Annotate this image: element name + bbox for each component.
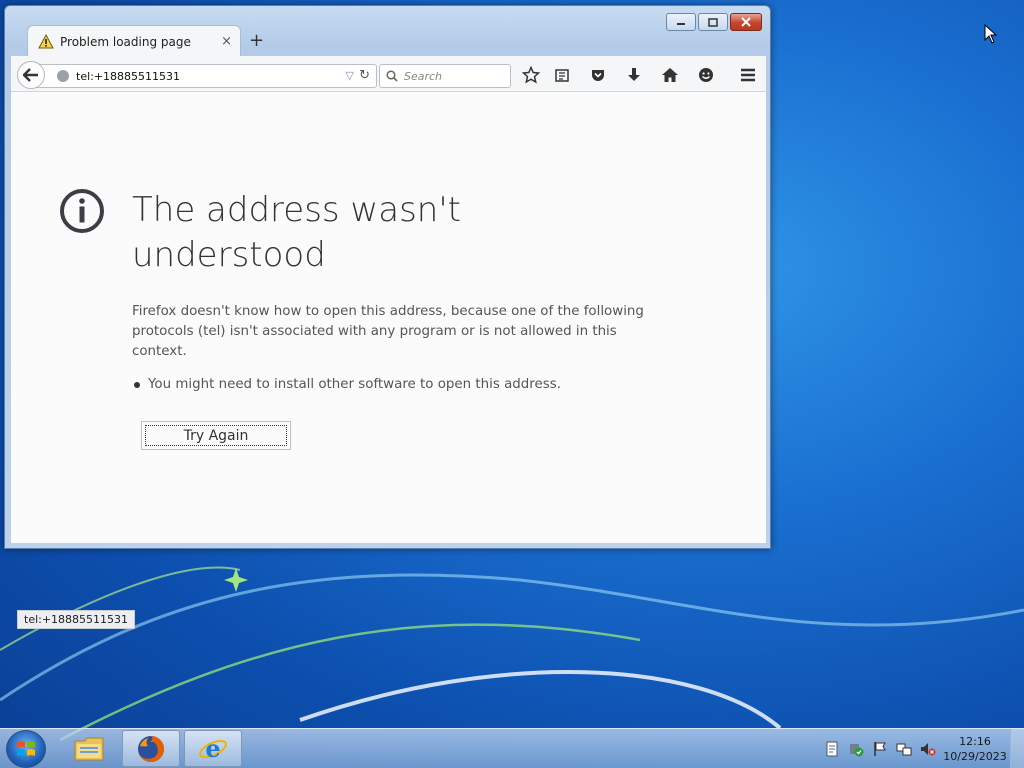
page-content: The address wasn't understood Firefox do… — [11, 92, 766, 629]
tab-title: Problem loading page — [60, 34, 191, 49]
clock-date: 10/29/2023 — [943, 750, 1007, 763]
try-again-label: Try Again — [145, 425, 287, 446]
error-description: Firefox doesn't know how to open this ad… — [132, 304, 644, 359]
page-title: The address wasn't understood — [132, 190, 462, 275]
taskbar-ie-button[interactable]: e — [184, 730, 242, 767]
back-arrow-icon — [23, 68, 38, 82]
navigation-toolbar: tel:+18885511531 ▽ ↻ Search — [11, 56, 766, 92]
url-text: tel:+18885511531 — [76, 69, 181, 83]
close-icon — [741, 17, 751, 27]
try-again-button[interactable]: Try Again — [141, 421, 291, 450]
home-icon[interactable] — [660, 65, 680, 85]
new-tab-button[interactable]: + — [249, 30, 264, 51]
window-controls — [666, 13, 762, 31]
suggestion-list-item: You might need to install other software… — [132, 377, 561, 392]
suggestion-text: You might need to install other software… — [148, 377, 561, 392]
windows-logo-icon — [17, 741, 35, 756]
internet-explorer-icon: e — [199, 734, 227, 763]
close-window-button[interactable] — [730, 13, 762, 31]
volume-muted-icon[interactable] — [920, 741, 936, 757]
hamburger-menu-icon[interactable] — [738, 65, 758, 85]
system-tray: 12:16 10/29/2023 — [820, 729, 1024, 768]
browser-window: Problem loading page × + tel:+1888551153… — [4, 5, 771, 629]
back-button[interactable] — [17, 61, 45, 89]
taskbar: e 12:16 10/29/2023 — [0, 728, 1024, 768]
action-center-flag-icon[interactable] — [872, 741, 888, 757]
taskbar-explorer-button[interactable] — [60, 730, 118, 767]
info-icon — [60, 189, 104, 233]
pocket-icon[interactable] — [588, 65, 608, 85]
wallpaper-sparkle — [224, 568, 248, 592]
bookmarks-menu-icon[interactable] — [552, 65, 572, 85]
action-center-notes-icon[interactable] — [824, 741, 840, 757]
reload-icon[interactable]: ↻ — [359, 68, 370, 83]
mouse-cursor-icon — [984, 24, 998, 44]
clock[interactable]: 12:16 10/29/2023 — [940, 734, 1010, 764]
search-input[interactable]: Search — [379, 64, 511, 88]
firefox-icon — [138, 735, 164, 762]
restore-icon — [708, 17, 718, 27]
show-desktop-button[interactable] — [1010, 729, 1024, 768]
download-icon[interactable] — [624, 65, 644, 85]
tab-close-button[interactable]: × — [221, 34, 232, 49]
minimize-icon — [677, 23, 685, 25]
clock-time: 12:16 — [959, 735, 991, 748]
hello-chat-icon[interactable] — [696, 65, 716, 85]
folder-icon — [74, 737, 104, 760]
network-icon[interactable] — [896, 741, 912, 757]
restore-button[interactable] — [698, 13, 728, 31]
bullet-dot — [134, 381, 140, 388]
url-bar[interactable]: tel:+18885511531 ▽ ↻ — [33, 64, 377, 88]
search-placeholder: Search — [404, 69, 443, 83]
url-dropdown-icon[interactable]: ▽ — [346, 69, 354, 82]
globe-icon — [57, 70, 69, 82]
minimize-button[interactable] — [666, 13, 696, 31]
tab-problem-loading[interactable]: Problem loading page × — [27, 25, 241, 57]
svg-text:e: e — [205, 734, 220, 763]
taskbar-firefox-button[interactable] — [122, 730, 180, 767]
security-shield-icon[interactable] — [848, 741, 864, 757]
bookmark-star-icon[interactable] — [521, 65, 541, 85]
status-bar: tel:+18885511531 — [17, 610, 136, 629]
search-icon — [386, 70, 398, 82]
start-button[interactable] — [6, 730, 46, 768]
warning-icon — [38, 34, 54, 49]
